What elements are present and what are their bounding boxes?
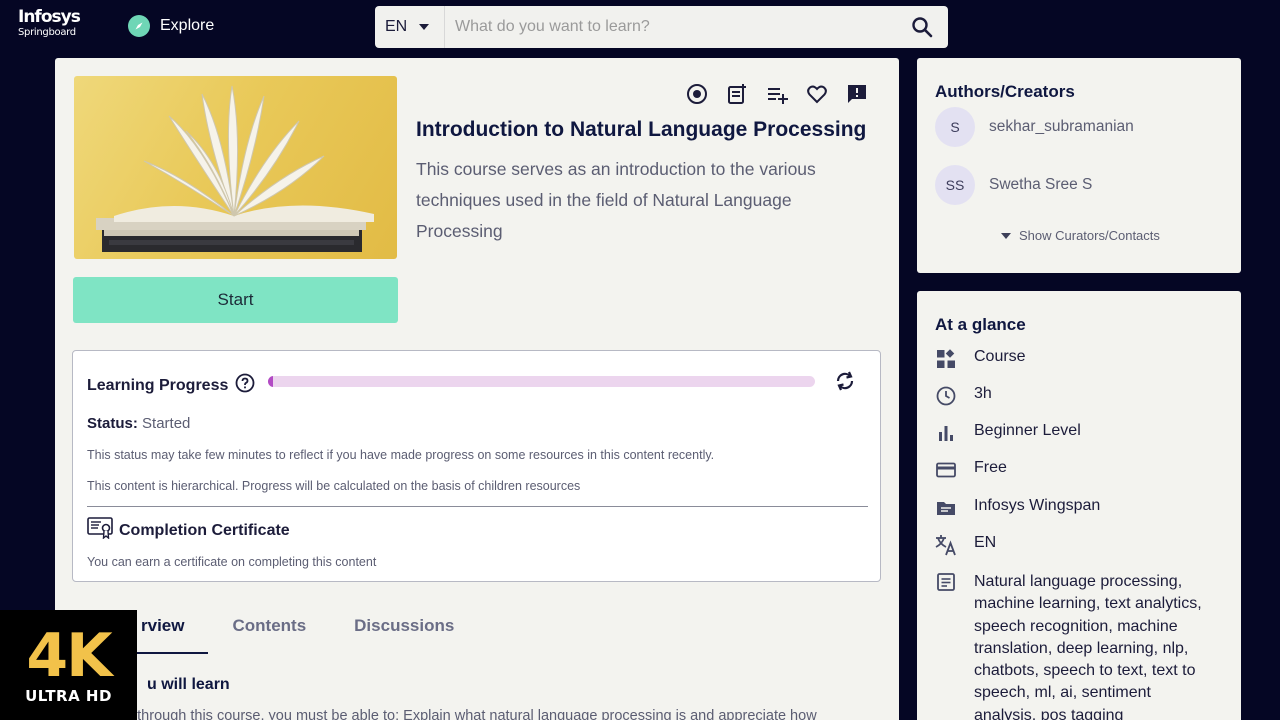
course-actions [685, 82, 869, 106]
playlist-add-icon[interactable] [765, 82, 789, 106]
explore-link[interactable]: Explore [128, 15, 214, 37]
translate-icon [935, 534, 957, 556]
language-select[interactable]: EN [375, 6, 445, 48]
show-curators-toggle[interactable]: Show Curators/Contacts [1001, 228, 1160, 243]
glance-type: Course [935, 348, 1026, 370]
glance-language-value: EN [974, 534, 997, 551]
authors-heading: Authors/Creators [935, 82, 1075, 101]
search-input[interactable] [445, 6, 896, 48]
glance-cost: Free [935, 459, 1007, 481]
course-main-card: Start Introduction to Natural Language P… [55, 58, 899, 720]
heart-icon[interactable] [805, 82, 829, 106]
credit-card-icon [935, 459, 957, 481]
4k-ultra-hd-badge: 4K ULTRA HD [0, 610, 137, 720]
certificate-icon [87, 517, 113, 544]
infosys-springboard-logo[interactable]: Infosys Springboard [18, 7, 81, 45]
show-curators-label: Show Curators/Contacts [1019, 228, 1160, 243]
tab-discussions[interactable]: Discussions [330, 616, 478, 654]
glance-tags: Natural language processing, machine lea… [935, 571, 1214, 720]
chevron-down-icon [419, 24, 430, 30]
feedback-icon[interactable] [845, 82, 869, 106]
progress-bar-fill [268, 376, 274, 387]
glance-level-value: Beginner Level [974, 422, 1081, 439]
glance-source: Infosys Wingspan [935, 497, 1100, 519]
what-you-will-learn-text: ng through this course, you must be able… [117, 708, 817, 720]
course-title: Introduction to Natural Language Process… [416, 118, 867, 141]
learning-progress-heading: Learning Progress [87, 373, 255, 398]
language-value: EN [385, 18, 408, 35]
badge-4k-text: 4K [26, 621, 112, 691]
glance-tags-value: Natural language processing, machine lea… [974, 573, 1202, 720]
glance-source-value: Infosys Wingspan [974, 497, 1101, 514]
status-value: Started [142, 415, 191, 432]
course-thumbnail [74, 76, 397, 259]
divider [87, 506, 868, 507]
course-description: This course serves as an introduction to… [416, 159, 816, 241]
glance-level: Beginner Level [935, 422, 1081, 444]
refresh-icon[interactable] [833, 369, 857, 398]
glance-heading: At a glance [935, 315, 1026, 334]
search-bar: EN [375, 6, 948, 48]
status-label: Status: [87, 415, 138, 432]
status-note: This status may take few minutes to refl… [87, 448, 715, 462]
add-note-icon[interactable] [725, 82, 749, 106]
avatar: S [935, 107, 975, 147]
badge-ultra-hd-text: ULTRA HD [25, 687, 112, 705]
author-item[interactable]: SS Swetha Sree S [935, 165, 1092, 205]
explore-label: Explore [160, 17, 215, 34]
tab-contents[interactable]: Contents [208, 616, 330, 654]
target-icon[interactable] [685, 82, 709, 106]
author-name: sekhar_subramanian [989, 118, 1134, 135]
completion-certificate-heading: Completion Certificate [87, 517, 290, 544]
compass-icon [128, 15, 150, 37]
widgets-icon [935, 348, 957, 370]
learning-progress-title: Learning Progress [87, 376, 229, 394]
what-you-will-learn-heading: u will learn [147, 676, 230, 693]
glance-type-value: Course [974, 348, 1026, 365]
certificate-note: You can earn a certificate on completing… [87, 555, 377, 569]
course-tabs: rview Contents Discussions [117, 616, 478, 654]
search-icon[interactable] [896, 6, 948, 48]
progress-status: Status: Started [87, 415, 190, 432]
authors-card: Authors/Creators S sekhar_subramanian SS… [917, 58, 1241, 273]
logo-line1: Infosys [18, 7, 81, 27]
bar-chart-icon [935, 422, 957, 444]
description-icon [935, 571, 957, 593]
chevron-down-icon [1001, 232, 1011, 239]
glance-language: EN [935, 534, 996, 556]
at-a-glance-card: At a glance Course 3h Beginner Level Fre… [917, 291, 1241, 720]
avatar: SS [935, 165, 975, 205]
start-button[interactable]: Start [73, 277, 398, 323]
glance-cost-value: Free [974, 459, 1007, 476]
hierarchy-note: This content is hierarchical. Progress w… [87, 479, 581, 493]
logo-line2: Springboard [18, 27, 76, 38]
clock-icon [935, 385, 957, 407]
glance-duration: 3h [935, 385, 992, 407]
folder-icon [935, 497, 957, 519]
certificate-title: Completion Certificate [119, 521, 290, 539]
author-item[interactable]: S sekhar_subramanian [935, 107, 1134, 147]
learning-progress-box: Learning Progress Status: Started This s… [72, 350, 881, 582]
progress-bar [268, 376, 815, 387]
glance-duration-value: 3h [974, 385, 992, 402]
author-name: Swetha Sree S [989, 176, 1093, 193]
help-icon[interactable] [235, 373, 255, 398]
